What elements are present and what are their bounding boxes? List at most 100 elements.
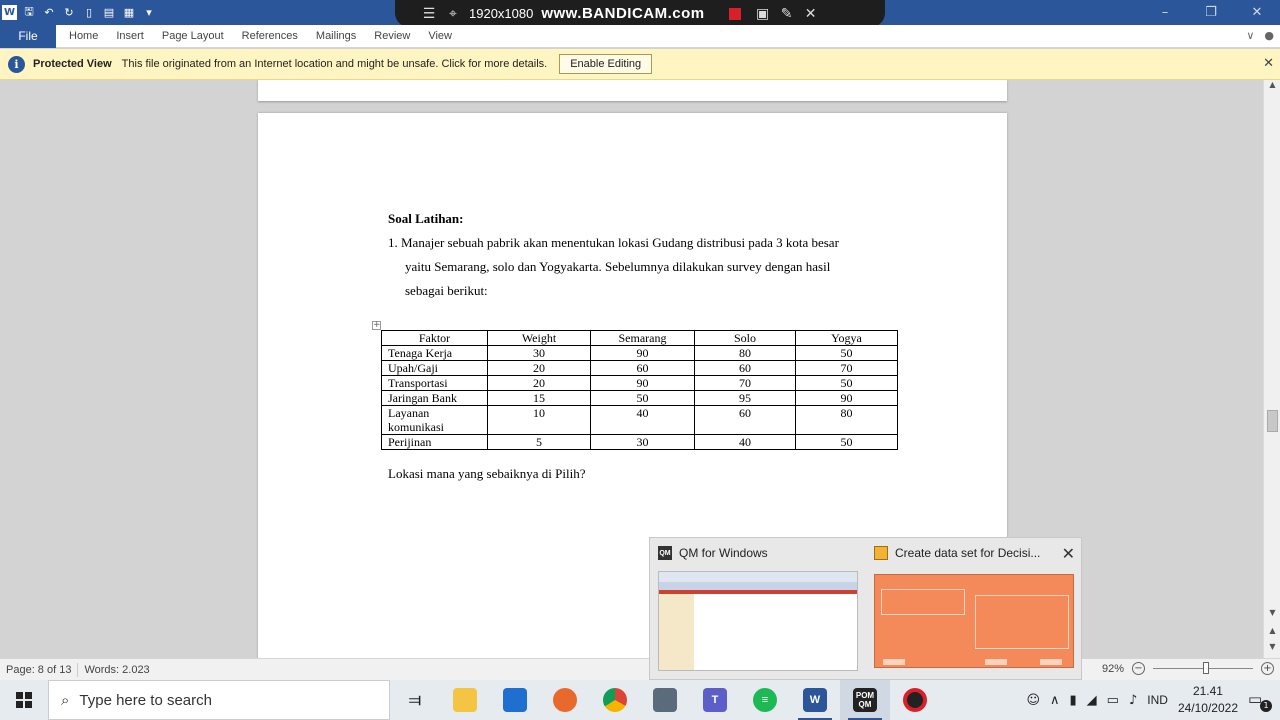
table-row: Tenaga Kerja 30 90 80 50: [381, 345, 898, 361]
start-button[interactable]: [0, 680, 48, 720]
qm-thumbnail[interactable]: [658, 571, 858, 671]
record-stop-icon[interactable]: [728, 7, 741, 20]
pencil-icon[interactable]: ✎: [775, 6, 799, 22]
table-cell: 50: [795, 434, 898, 450]
zoom-out-icon[interactable]: −: [1132, 662, 1145, 675]
table-row: Layanan komunikasi 10 40 60 80: [381, 405, 898, 435]
next-page-icon[interactable]: ▼: [1264, 642, 1280, 656]
zoom-slider[interactable]: [1153, 662, 1253, 674]
customize-qat-icon[interactable]: ▾: [141, 5, 157, 21]
minimize-button[interactable]: –: [1142, 0, 1188, 25]
notification-center-icon[interactable]: ▭ 1: [1248, 690, 1272, 712]
protected-view-bar: i Protected View This file originated fr…: [0, 49, 1280, 80]
taskbar-search-box[interactable]: ⌕ Type here to search: [48, 680, 390, 720]
search-icon: ⌕: [61, 691, 70, 709]
bandicam-brand: www.BANDICAM.com: [541, 5, 705, 22]
system-tray: ☺ ∧ ▮ ◢ ▭ ♪ IND 21.41 24/10/2022 ▭ 1: [1026, 680, 1280, 720]
table-cell: 30: [590, 434, 695, 450]
pin-icon[interactable]: ⌖: [441, 6, 465, 22]
table-cell: Upah/Gaji: [381, 360, 488, 376]
save-icon[interactable]: 🖫: [21, 5, 37, 21]
tab-insert[interactable]: Insert: [107, 30, 153, 42]
open-folder-icon[interactable]: ▤: [101, 5, 117, 21]
table-row: Upah/Gaji 20 60 60 70: [381, 360, 898, 376]
table-header-cell: Semarang: [590, 330, 695, 346]
scrollbar-thumb[interactable]: [1267, 410, 1278, 432]
tab-home[interactable]: Home: [60, 30, 107, 42]
spotify-icon[interactable]: ≡: [740, 680, 790, 720]
show-hidden-icons-icon[interactable]: ∧: [1050, 693, 1060, 708]
bandicam-close-icon[interactable]: ✕: [799, 6, 823, 22]
protected-view-message[interactable]: This file originated from an Internet lo…: [122, 58, 548, 70]
table-cell: 95: [694, 390, 796, 406]
table-cell: 70: [694, 375, 796, 391]
print-preview-icon[interactable]: ▦: [121, 5, 137, 21]
microphone-icon[interactable]: ▮: [1070, 693, 1077, 708]
table-cell: 40: [590, 405, 695, 435]
vertical-scrollbar[interactable]: ▲ ▼ ▲ ▼: [1263, 80, 1280, 658]
protected-view-close-icon[interactable]: ✕: [1263, 56, 1274, 71]
table-row: Perijinan 5 30 40 50: [381, 434, 898, 450]
qm-window-preview[interactable]: QM QM for Windows: [650, 538, 866, 681]
wifi-icon[interactable]: ◢: [1087, 693, 1097, 708]
help-icon[interactable]: ●: [1264, 29, 1274, 42]
people-icon[interactable]: ☺: [1026, 693, 1040, 708]
table-row: Transportasi 20 90 70 50: [381, 375, 898, 391]
resolution-label: 1920x1080: [469, 6, 534, 21]
volume-icon[interactable]: ♪: [1129, 693, 1137, 708]
tab-references[interactable]: References: [233, 30, 307, 42]
restore-button[interactable]: ❐: [1188, 0, 1234, 25]
calculator-icon[interactable]: [640, 680, 690, 720]
firefox-icon[interactable]: [540, 680, 590, 720]
undo-icon[interactable]: ↶: [41, 5, 57, 21]
camera-icon[interactable]: ▣: [751, 6, 775, 22]
status-bar: Page: 8 of 13 Words: 2.023 92% − +: [0, 658, 1280, 680]
table-cell: 90: [590, 375, 695, 391]
tab-review[interactable]: Review: [365, 30, 419, 42]
input-language[interactable]: IND: [1147, 693, 1168, 707]
scroll-down-icon[interactable]: ▼: [1264, 608, 1280, 622]
word-count[interactable]: Words: 2.023: [78, 664, 155, 676]
word-taskbar-icon[interactable]: W: [790, 680, 840, 720]
enable-editing-button[interactable]: Enable Editing: [559, 54, 653, 74]
table-header-cell: Solo: [694, 330, 796, 346]
zoom-level[interactable]: 92%: [1102, 663, 1124, 675]
preview-close-icon[interactable]: ✕: [1062, 544, 1075, 563]
table-cell: 60: [694, 405, 796, 435]
search-placeholder: Type here to search: [79, 691, 212, 709]
table-cell: 15: [487, 390, 591, 406]
pom-qm-taskbar-icon[interactable]: POM QM: [840, 680, 890, 720]
table-move-handle-icon[interactable]: +: [372, 321, 381, 330]
task-view-icon[interactable]: ⫤: [390, 680, 440, 720]
page-count[interactable]: Page: 8 of 13: [0, 664, 77, 676]
word-logo-icon: W: [2, 5, 17, 20]
previous-page-icon[interactable]: ▲: [1264, 626, 1280, 640]
table-cell: Layanan komunikasi: [381, 405, 488, 435]
table-cell: 10: [487, 405, 591, 435]
redo-icon[interactable]: ↻: [61, 5, 77, 21]
file-explorer-icon[interactable]: [440, 680, 490, 720]
close-button[interactable]: ✕: [1234, 0, 1280, 25]
tab-file[interactable]: File: [0, 24, 56, 48]
tab-view[interactable]: View: [419, 30, 461, 42]
zoom-control: 92% − +: [1102, 662, 1274, 675]
microsoft-store-icon[interactable]: [490, 680, 540, 720]
new-document-icon[interactable]: ▯: [81, 5, 97, 21]
create-data-set-thumbnail[interactable]: [874, 574, 1074, 668]
battery-icon[interactable]: ▭: [1107, 693, 1119, 708]
bandicam-taskbar-icon[interactable]: [890, 680, 940, 720]
menu-icon[interactable]: ☰: [417, 6, 441, 22]
tab-page-layout[interactable]: Page Layout: [153, 30, 233, 42]
clock[interactable]: 21.41 24/10/2022: [1178, 683, 1238, 717]
chrome-icon[interactable]: [590, 680, 640, 720]
zoom-in-icon[interactable]: +: [1261, 662, 1274, 675]
table-cell: Transportasi: [381, 375, 488, 391]
ribbon-collapse-icon[interactable]: ∨: [1246, 29, 1254, 42]
table-cell: 80: [694, 345, 796, 361]
paragraph-line-2: yaitu Semarang, solo dan Yogyakarta. Seb…: [405, 259, 831, 274]
scroll-up-icon[interactable]: ▲: [1264, 80, 1280, 94]
table-cell: 5: [487, 434, 591, 450]
tab-mailings[interactable]: Mailings: [307, 30, 365, 42]
teams-icon[interactable]: T: [690, 680, 740, 720]
zoom-slider-knob[interactable]: [1203, 662, 1209, 674]
